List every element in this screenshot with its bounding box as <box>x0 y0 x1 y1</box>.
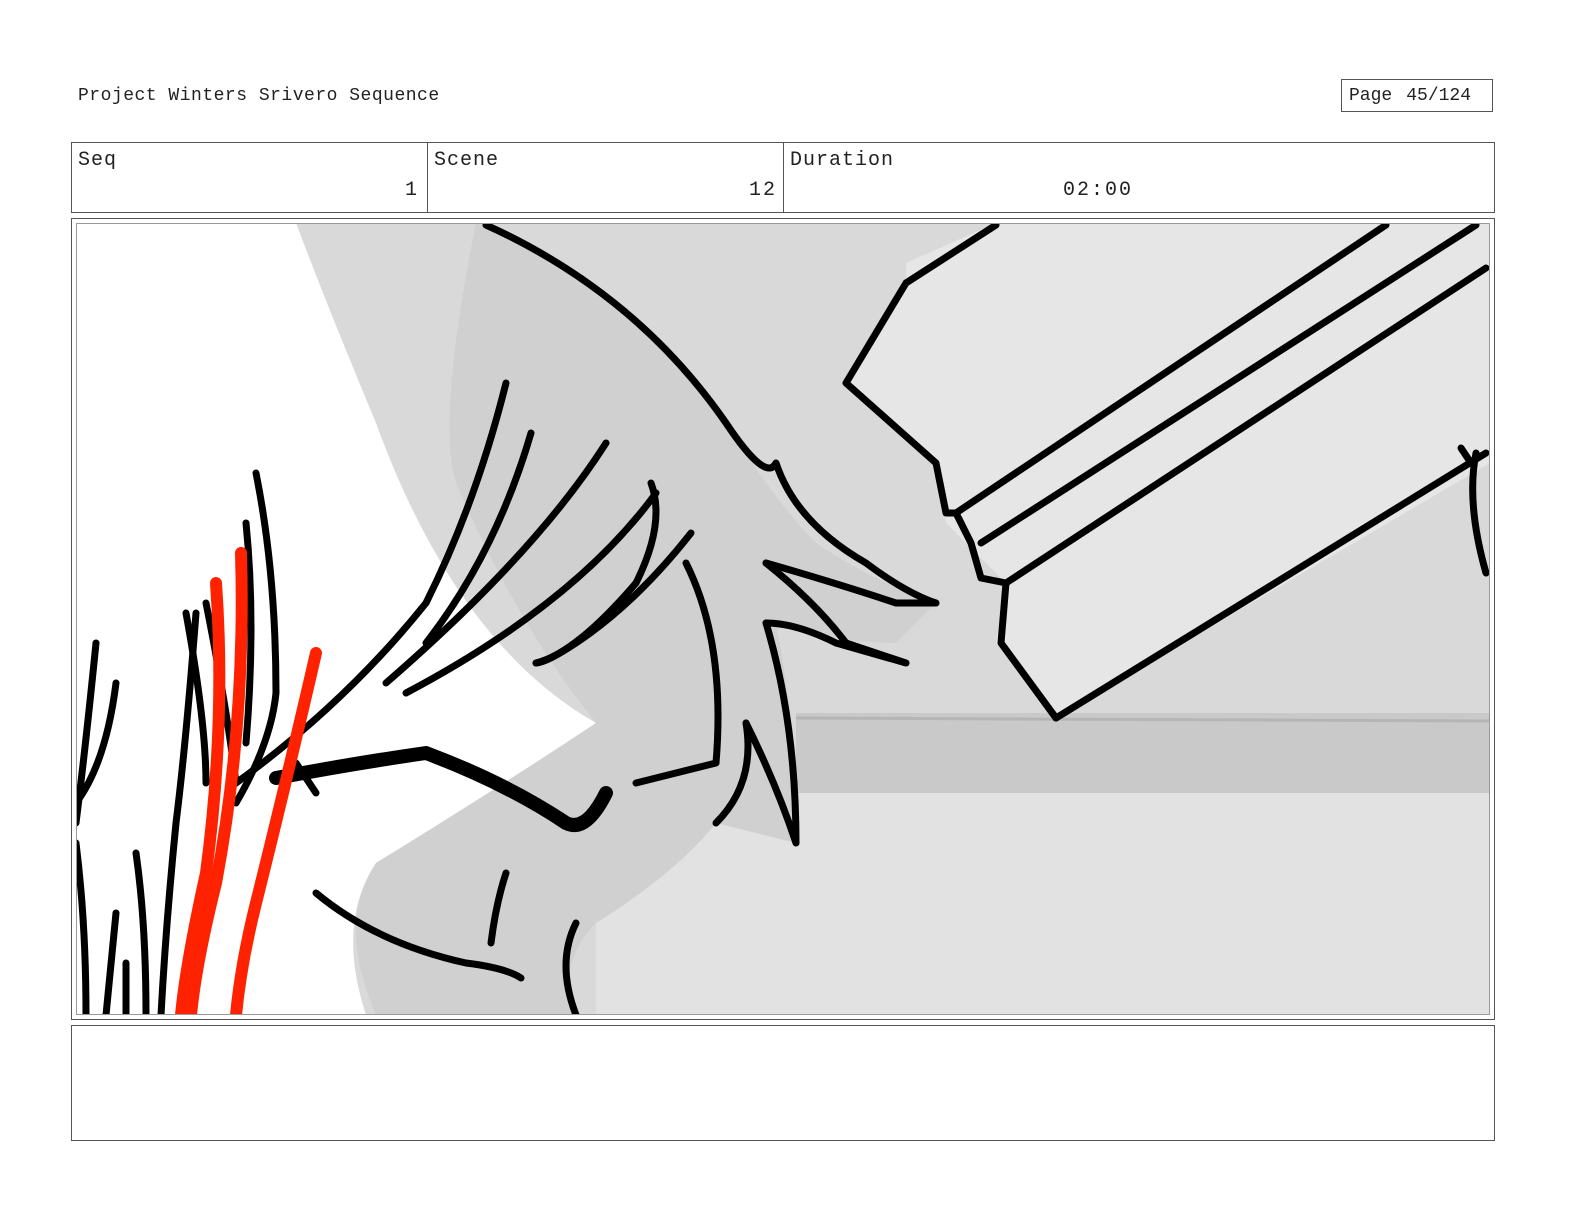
duration-cell: Duration 02:00 <box>784 143 1494 212</box>
seq-label: Seq <box>78 149 118 172</box>
seq-cell: Seq 1 <box>72 143 428 212</box>
shot-info-row: Seq 1 Scene 12 Duration 02:00 <box>71 142 1495 213</box>
duration-value: 02:00 <box>1063 179 1134 202</box>
duration-label: Duration <box>790 149 895 172</box>
scene-value: 12 <box>748 179 777 202</box>
storyboard-sketch <box>76 223 1490 1015</box>
scene-label: Scene <box>434 149 500 172</box>
project-title: Project Winters Srivero Sequence <box>78 86 440 106</box>
page-number: 45/124 <box>1406 85 1472 106</box>
notes-box <box>71 1025 1495 1141</box>
page-label: Page <box>1349 85 1393 106</box>
seq-value: 1 <box>404 179 419 202</box>
page-indicator: Page 45/124 <box>1341 79 1493 112</box>
scene-cell: Scene 12 <box>428 143 784 212</box>
storyboard-panel <box>71 218 1495 1020</box>
